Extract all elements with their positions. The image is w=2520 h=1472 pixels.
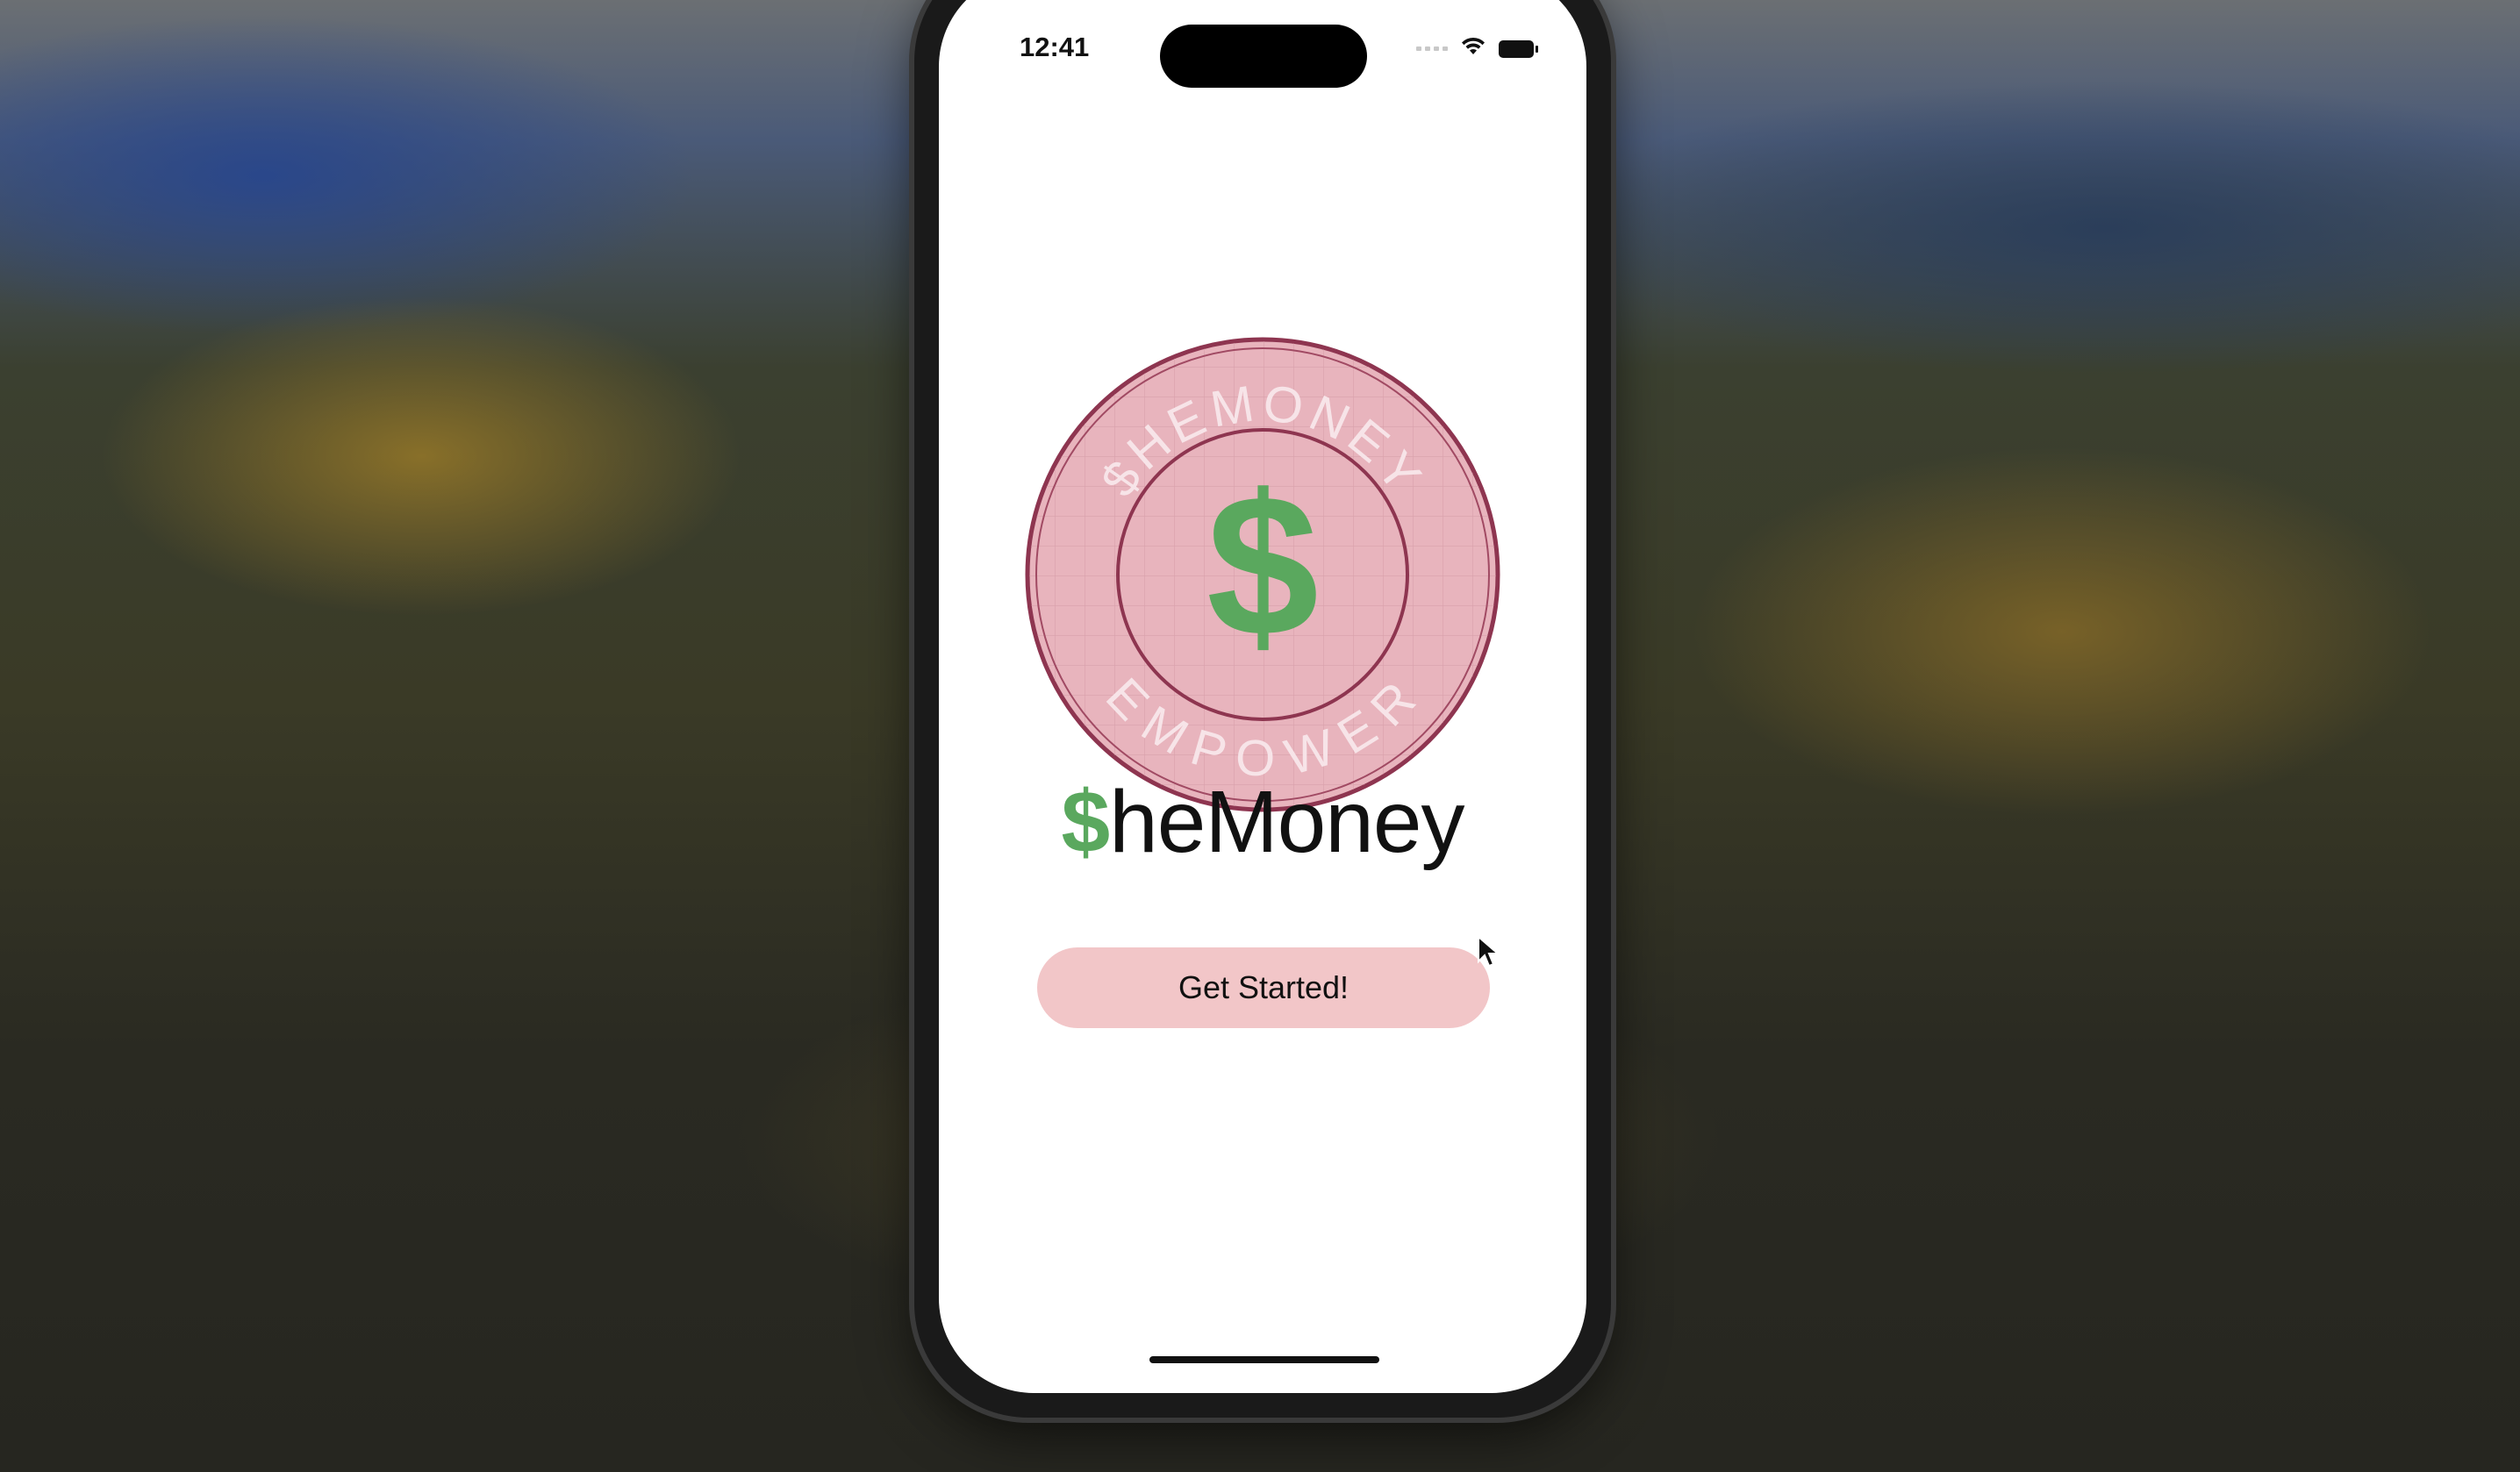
status-icons bbox=[1416, 37, 1538, 61]
app-title: $heMoney bbox=[939, 772, 1586, 873]
app-title-dollar-prefix: $ bbox=[1061, 773, 1110, 871]
cellular-signal-icon bbox=[1416, 46, 1448, 51]
get-started-button[interactable]: Get Started! bbox=[1037, 947, 1490, 1028]
home-indicator[interactable] bbox=[1149, 1356, 1379, 1363]
mouse-cursor-icon bbox=[1477, 934, 1501, 970]
status-time: 12:41 bbox=[1020, 32, 1090, 62]
dynamic-island bbox=[1160, 25, 1367, 88]
desktop-stage: 12:41 $HEMONEY EMPOWER $ $heMoney Get St… bbox=[0, 0, 2520, 1472]
battery-icon bbox=[1499, 39, 1538, 58]
phone-screen: 12:41 $HEMONEY EMPOWER $ $heMoney Get St… bbox=[939, 0, 1586, 1393]
wifi-icon bbox=[1460, 37, 1486, 61]
status-bar: 12:41 bbox=[939, 25, 1586, 95]
iphone-simulator-frame: 12:41 $HEMONEY EMPOWER $ $heMoney Get St… bbox=[914, 0, 1611, 1418]
logo-dollar-symbol: $ bbox=[1206, 453, 1319, 678]
app-title-text: heMoney bbox=[1109, 773, 1464, 871]
shemoney-coin-logo: $HEMONEY EMPOWER $ bbox=[1025, 337, 1500, 812]
